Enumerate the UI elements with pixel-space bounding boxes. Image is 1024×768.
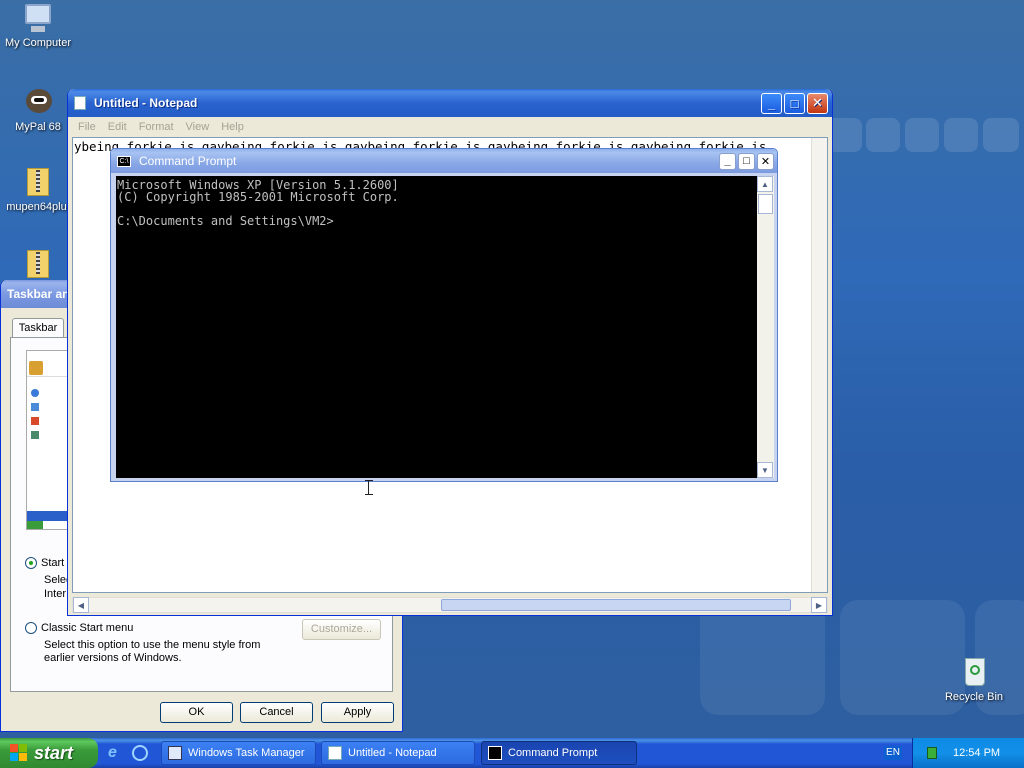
tab-taskbar[interactable]: Taskbar xyxy=(12,318,64,338)
maximize-button[interactable]: □ xyxy=(784,92,805,114)
task-command-prompt[interactable]: Command Prompt xyxy=(481,741,637,765)
minimize-button[interactable]: _ xyxy=(761,92,782,114)
taskbar: start e Windows Task Manager Untitled - … xyxy=(0,738,1024,768)
notepad-menubar: File Edit Format View Help xyxy=(68,117,832,137)
menu-format[interactable]: Format xyxy=(139,121,174,133)
console-output[interactable]: Microsoft Windows XP [Version 5.1.2600] … xyxy=(116,176,757,478)
classic-desc-line-1: Select this option to use the menu style… xyxy=(44,639,261,651)
task-manager-icon xyxy=(168,746,182,760)
zip-folder-icon xyxy=(21,248,55,280)
scroll-up-arrow[interactable]: ▲ xyxy=(757,176,773,192)
cmd-title-bar[interactable]: C:\ Command Prompt _ □ ✕ xyxy=(111,149,777,173)
minimize-button[interactable]: _ xyxy=(719,152,736,170)
start-label: start xyxy=(34,742,74,763)
quick-launch-browser-icon[interactable] xyxy=(132,745,148,761)
system-tray: 12:54 PM xyxy=(912,738,1024,768)
notepad-title: Untitled - Notepad xyxy=(94,96,198,110)
raccoon-icon xyxy=(21,86,55,118)
desktop-icon-recycle-bin[interactable]: Recycle Bin xyxy=(936,656,1012,703)
scroll-thumb[interactable] xyxy=(441,599,791,611)
task-label: Command Prompt xyxy=(508,747,598,759)
customize-button[interactable]: Customize... xyxy=(302,619,381,640)
start-menu-preview xyxy=(26,350,68,530)
console-scrollbar[interactable]: ▲ ▼ xyxy=(757,176,774,478)
ibeam-cursor-icon xyxy=(365,480,374,495)
desktop-icon-label: My Computer xyxy=(4,37,72,49)
desktop-icon-my-computer[interactable]: My Computer xyxy=(0,2,76,49)
close-button[interactable]: ✕ xyxy=(807,92,828,114)
cmd-title: Command Prompt xyxy=(139,154,237,168)
task-notepad[interactable]: Untitled - Notepad xyxy=(321,741,475,765)
desktop-icon-label: mupen64plu. xyxy=(6,201,70,213)
classic-start-menu-label[interactable]: Classic Start menu xyxy=(41,622,133,634)
maximize-button[interactable]: □ xyxy=(738,152,755,170)
recycle-bin-icon xyxy=(957,656,991,688)
desktop-icon-mupen64[interactable]: mupen64plu. xyxy=(0,166,76,213)
cmd-icon: C:\ xyxy=(117,155,131,167)
menu-help[interactable]: Help xyxy=(221,121,244,133)
windows-flag-icon xyxy=(10,744,28,762)
scroll-right-arrow[interactable]: ▶ xyxy=(811,597,827,613)
desktop-icon-zip[interactable] xyxy=(0,248,76,283)
notepad-icon xyxy=(74,96,86,110)
start-menu-radio[interactable] xyxy=(25,557,37,569)
ok-button[interactable]: OK xyxy=(160,702,233,723)
menu-view[interactable]: View xyxy=(186,121,210,133)
computer-icon xyxy=(21,2,55,34)
scroll-thumb[interactable] xyxy=(758,194,773,214)
language-indicator[interactable]: EN xyxy=(884,746,902,760)
dialog-title: Taskbar an xyxy=(7,287,70,301)
notepad-icon xyxy=(328,746,342,760)
console-line: (C) Copyright 1985-2001 Microsoft Corp. xyxy=(117,190,399,204)
menu-file[interactable]: File xyxy=(78,121,96,133)
quick-launch-ie-icon[interactable]: e xyxy=(108,745,124,761)
scroll-left-arrow[interactable]: ◀ xyxy=(73,597,89,613)
desktop-icon-label: Recycle Bin xyxy=(944,691,1004,703)
desktop-icon-mypal[interactable]: MyPal 68 xyxy=(0,86,76,133)
start-menu-option-label: Start xyxy=(41,557,65,569)
start-button[interactable]: start xyxy=(0,738,98,768)
desktop-icon-label: MyPal 68 xyxy=(15,121,61,133)
notepad-title-bar[interactable]: Untitled - Notepad _ □ ✕ xyxy=(68,89,832,117)
apply-button[interactable]: Apply xyxy=(321,702,394,723)
cmd-icon xyxy=(488,746,502,760)
horizontal-scrollbar[interactable]: ◀ ▶ xyxy=(72,597,828,613)
console-prompt: C:\Documents and Settings\VM2> xyxy=(117,214,334,228)
vertical-scrollbar[interactable] xyxy=(811,138,827,592)
classic-start-menu-radio[interactable] xyxy=(25,622,37,634)
task-label: Untitled - Notepad xyxy=(348,747,437,759)
command-prompt-window: C:\ Command Prompt _ □ ✕ Microsoft Windo… xyxy=(110,148,778,482)
classic-desc-line-2: earlier versions of Windows. xyxy=(44,652,182,664)
task-windows-task-manager[interactable]: Windows Task Manager xyxy=(161,741,316,765)
zip-folder-icon xyxy=(21,166,55,198)
task-label: Windows Task Manager xyxy=(188,747,305,759)
menu-edit[interactable]: Edit xyxy=(108,121,127,133)
scroll-down-arrow[interactable]: ▼ xyxy=(757,462,773,478)
cancel-button[interactable]: Cancel xyxy=(240,702,313,723)
clock[interactable]: 12:54 PM xyxy=(953,747,1000,759)
close-button[interactable]: ✕ xyxy=(757,152,774,170)
tray-network-icon[interactable] xyxy=(927,747,937,759)
